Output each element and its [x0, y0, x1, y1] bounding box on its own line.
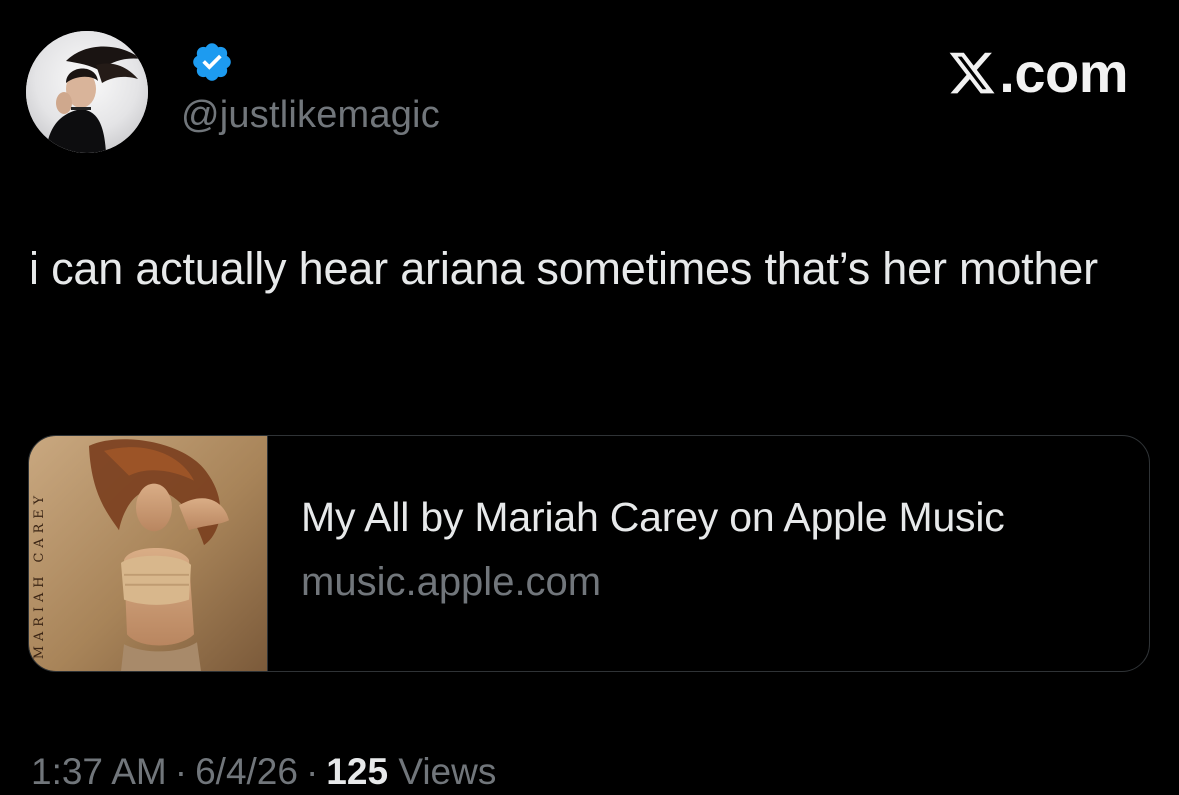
- author-handle[interactable]: @justlikemagic: [181, 92, 440, 138]
- album-artist-text: MARIAH CAREY: [32, 491, 47, 659]
- x-com-brand: .com: [947, 44, 1128, 102]
- tweet-meta: 1:37 AM · 6/4/26 · 125 Views: [31, 749, 496, 795]
- meta-separator: ·: [305, 751, 319, 792]
- album-thumbnail: MARIAH CAREY: [29, 436, 268, 671]
- verified-badge-icon: [190, 40, 234, 84]
- views-count: 125: [326, 751, 389, 792]
- avatar[interactable]: [26, 31, 148, 153]
- brand-domain-suffix: .com: [999, 41, 1128, 104]
- tweet-text: i can actually hear ariana sometimes tha…: [29, 243, 1098, 294]
- profile-photo: [26, 31, 148, 153]
- meta-separator: ·: [174, 751, 188, 792]
- card-domain: music.apple.com: [301, 560, 602, 604]
- tweet-time[interactable]: 1:37 AM: [31, 751, 167, 792]
- link-card[interactable]: MARIAH CAREY My All by Mariah Carey on A…: [28, 435, 1150, 672]
- tweet-date[interactable]: 6/4/26: [195, 751, 298, 792]
- x-logo-icon: [947, 48, 997, 98]
- card-title[interactable]: My All by Mariah Carey on Apple Music: [301, 493, 1005, 541]
- views-label: Views: [398, 751, 497, 792]
